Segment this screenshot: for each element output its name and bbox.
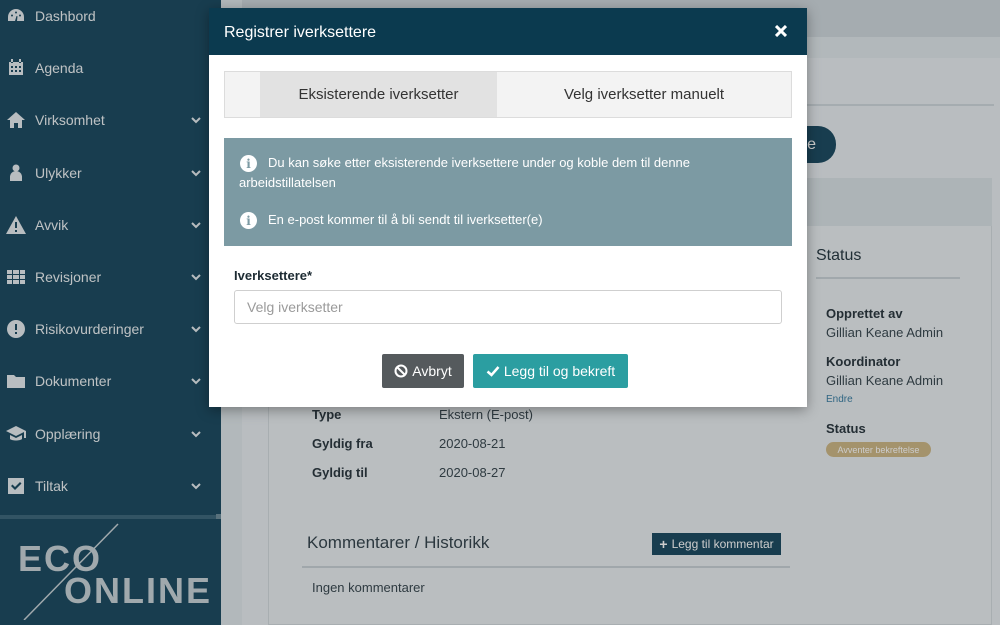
close-icon[interactable] (771, 21, 791, 41)
ban-icon (394, 364, 408, 378)
executor-search-input[interactable] (234, 290, 782, 324)
info-text-search: Du kan søke etter eksisterende iverksett… (239, 155, 691, 190)
check-icon (486, 366, 500, 377)
cancel-button[interactable]: Avbryt (382, 354, 464, 388)
tab-manual-executor[interactable]: Velg iverksetter manuelt (497, 72, 791, 117)
info-text-email: En e-post kommer til å bli sendt til ive… (268, 212, 543, 227)
modal-title: Registrer iverksettere (224, 24, 377, 41)
modal-header: Registrer iverksettere (209, 8, 807, 55)
modal-tabs: Eksisterende iverksetter Velg iverksette… (224, 71, 792, 118)
tab-existing-executor[interactable]: Eksisterende iverksetter (260, 72, 497, 117)
info-box: i Du kan søke etter eksisterende iverkse… (224, 138, 792, 246)
executors-label: Iverksettere* (234, 268, 313, 283)
add-and-confirm-button[interactable]: Legg til og bekreft (473, 354, 628, 388)
confirm-label: Legg til og bekreft (503, 363, 616, 379)
cancel-label: Avbryt (412, 363, 452, 379)
info-icon: i (240, 212, 257, 229)
register-executors-modal: Registrer iverksettere Eksisterende iver… (209, 8, 807, 407)
